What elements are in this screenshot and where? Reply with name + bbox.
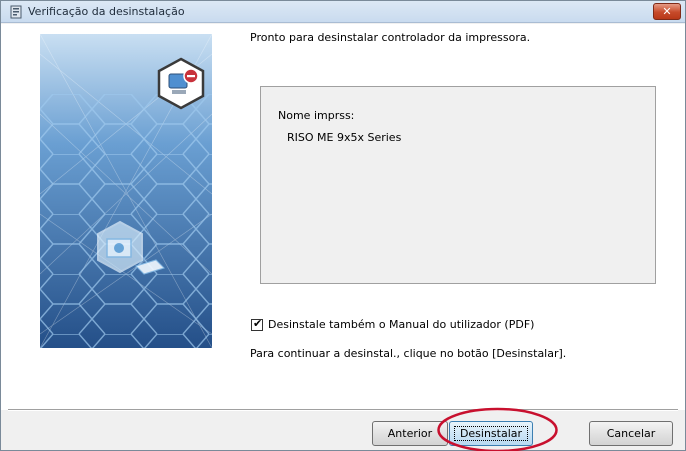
- printer-name-value: RISO ME 9x5x Series: [287, 131, 402, 144]
- uninstall-manual-label[interactable]: Desinstale também o Manual do utilizador…: [268, 318, 534, 331]
- uninstall-dialog: Verificação da desinstalação ✕ Pronto pa…: [0, 0, 686, 451]
- close-button[interactable]: ✕: [653, 3, 681, 20]
- checkmark-icon: ✔: [253, 317, 263, 330]
- ready-message: Pronto para desinstalar controlador da i…: [250, 31, 531, 44]
- uninstall-manual-checkbox[interactable]: ✔: [251, 317, 263, 331]
- printer-info-box: Nome imprss: RISO ME 9x5x Series: [260, 86, 656, 284]
- uninstall-button-label: Desinstalar: [459, 427, 523, 440]
- close-icon: ✕: [662, 5, 672, 18]
- cancel-button[interactable]: Cancelar: [589, 421, 673, 446]
- uninstall-button[interactable]: Desinstalar: [449, 421, 533, 446]
- printer-name-label: Nome imprss:: [278, 109, 355, 122]
- previous-button[interactable]: Anterior: [372, 421, 448, 446]
- footer-divider: [8, 409, 678, 411]
- instruction-text: Para continuar a desinstal., clique no b…: [250, 347, 567, 360]
- computer-remove-icon: [157, 57, 205, 110]
- title-bar: Verificação da desinstalação ✕: [1, 1, 685, 23]
- installer-icon: [10, 5, 22, 19]
- side-illustration: [40, 34, 212, 348]
- window-title: Verificação da desinstalação: [28, 5, 185, 18]
